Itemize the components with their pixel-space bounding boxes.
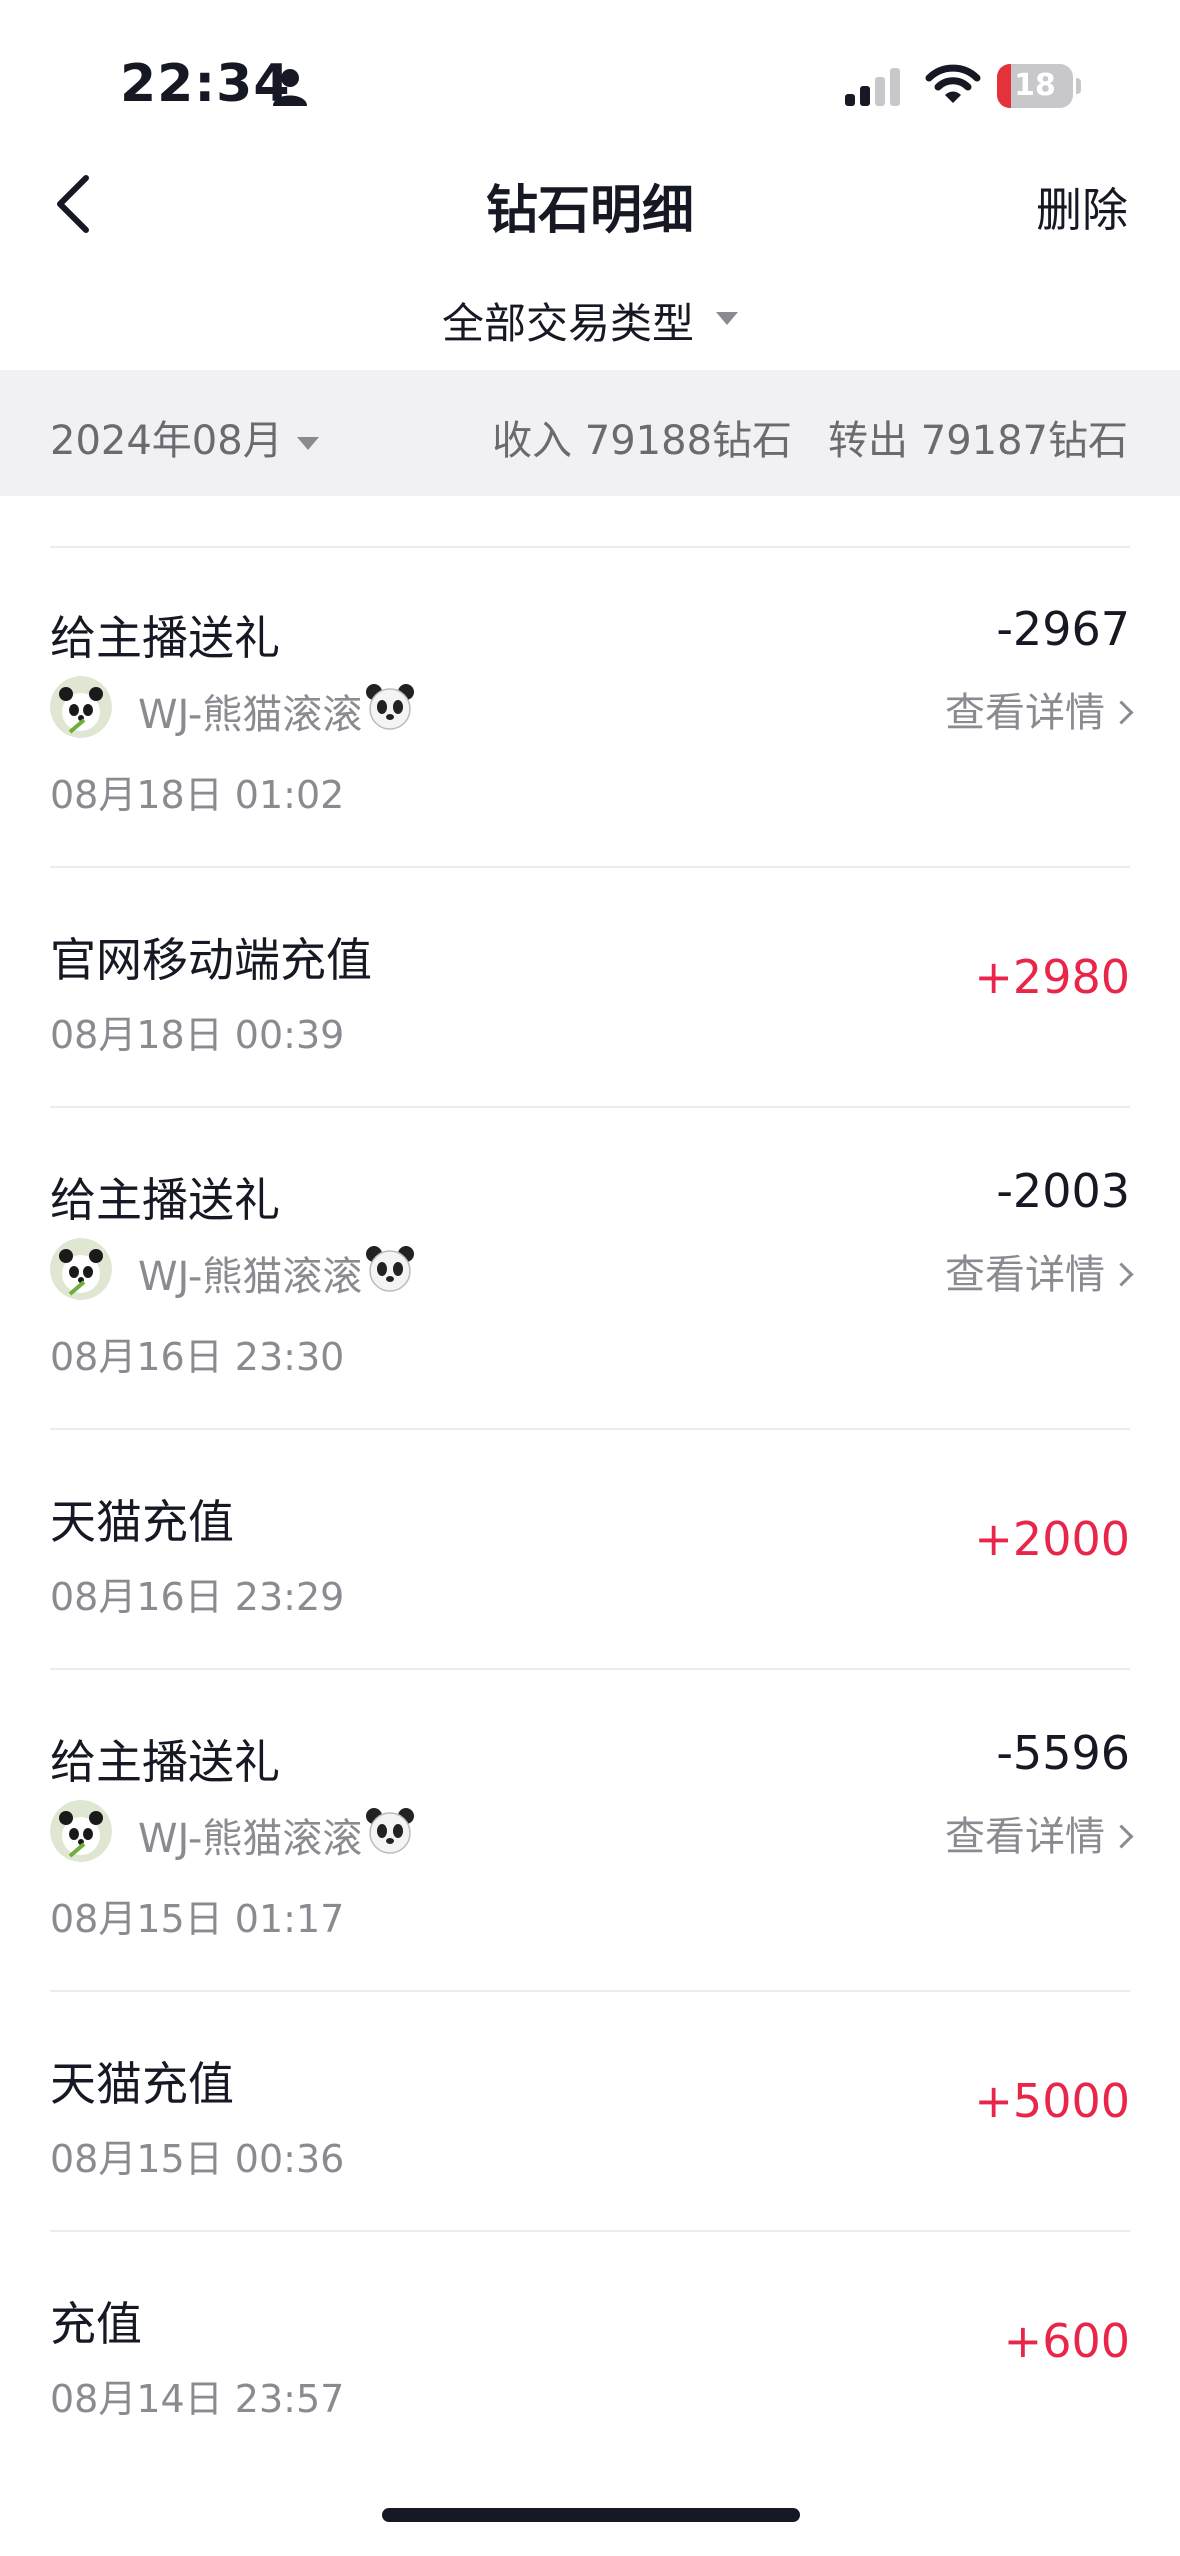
transaction-date: 08月18日 00:39 — [50, 1013, 345, 1057]
view-details-label: 查看详情 — [945, 1252, 1105, 1298]
transaction-amount: -5596 — [996, 1726, 1130, 1780]
chevron-right-icon — [1109, 1823, 1134, 1849]
person-icon — [273, 69, 307, 106]
income-total: 收入 79188钻石 — [492, 418, 793, 464]
anchor-name: WJ-熊猫滚滚 — [138, 1254, 363, 1300]
chevron-right-icon — [1109, 1261, 1134, 1287]
wifi-icon — [925, 64, 981, 103]
anchor-name: WJ-熊猫滚滚 — [138, 692, 363, 738]
view-details-link[interactable]: 查看详情 — [945, 680, 1134, 738]
view-details-link[interactable]: 查看详情 — [945, 1242, 1134, 1300]
transaction-title: 天猫充值 — [50, 2057, 234, 2111]
transaction-amount: +2000 — [974, 1512, 1130, 1566]
status-time: 22:34 — [120, 54, 291, 114]
transaction-row[interactable]: 天猫充值 +5000 08月15日 00:36 — [50, 1992, 1130, 2232]
transaction-title: 给主播送礼 — [50, 1173, 280, 1227]
transaction-row[interactable]: 给主播送礼 -5596 WJ-熊猫滚滚 查看详情 08月15日 01:17 — [50, 1670, 1134, 1992]
transaction-amount: +2980 — [974, 950, 1130, 1004]
transaction-date: 08月14日 23:57 — [50, 2377, 345, 2421]
transaction-title: 天猫充值 — [50, 1495, 234, 1549]
home-indicator — [382, 2508, 800, 2522]
transaction-date: 08月15日 00:36 — [50, 2137, 345, 2181]
view-details-label: 查看详情 — [945, 1814, 1105, 1860]
transaction-row[interactable]: 给主播送礼 -2003 WJ-熊猫滚滚 查看详情 08月16日 23:30 — [50, 1108, 1134, 1430]
transaction-title: 官网移动端充值 — [50, 933, 372, 987]
signal-icon — [845, 68, 900, 106]
panda-emoji-icon — [364, 1804, 416, 1856]
anchor-avatar — [50, 1800, 112, 1862]
anchor-info: WJ-熊猫滚滚 — [50, 1238, 650, 1302]
status-bar: 22:34 18 — [0, 0, 1180, 150]
caret-down-icon — [296, 436, 319, 450]
transaction-amount: +600 — [1003, 2314, 1130, 2368]
transaction-title: 给主播送礼 — [50, 611, 280, 665]
transaction-row[interactable]: 天猫充值 +2000 08月16日 23:29 — [50, 1430, 1130, 1670]
anchor-info: WJ-熊猫滚滚 — [50, 1800, 650, 1864]
chevron-right-icon — [1109, 699, 1134, 725]
transaction-amount: -2967 — [996, 602, 1130, 656]
filter-label: 全部交易类型 — [441, 299, 694, 348]
transaction-date: 08月16日 23:30 — [50, 1335, 345, 1379]
transaction-amount: -2003 — [996, 1164, 1130, 1218]
transaction-title: 充值 — [50, 2297, 142, 2351]
summary-totals: 收入 79188钻石 转出 79187钻石 — [456, 408, 1128, 466]
view-details-label: 查看详情 — [945, 690, 1105, 736]
caret-down-icon — [716, 312, 738, 325]
panda-emoji-icon — [364, 680, 416, 732]
transaction-date: 08月18日 01:02 — [50, 773, 345, 817]
outgo-total: 转出 79187钻石 — [828, 418, 1128, 464]
transaction-row[interactable]: 充值 +600 08月14日 23:57 — [50, 2232, 1130, 2472]
transaction-date: 08月16日 23:29 — [50, 1575, 345, 1619]
battery-icon: 18 — [997, 64, 1081, 108]
transaction-row[interactable]: 官网移动端充值 +2980 08月18日 00:39 — [50, 868, 1130, 1108]
panda-emoji-icon — [364, 1242, 416, 1294]
page-title: 钻石明细 — [485, 181, 694, 241]
transaction-title: 给主播送礼 — [50, 1735, 280, 1789]
transaction-type-filter[interactable]: 全部交易类型 — [0, 290, 1180, 350]
transaction-amount: +5000 — [974, 2074, 1130, 2128]
anchor-name: WJ-熊猫滚滚 — [138, 1816, 363, 1862]
summary-bar: 2024年08月 收入 79188钻石 转出 79187钻石 — [0, 370, 1180, 496]
anchor-info: WJ-熊猫滚滚 — [50, 676, 650, 740]
anchor-avatar — [50, 1238, 112, 1300]
transaction-date: 08月15日 01:17 — [50, 1897, 345, 1941]
anchor-avatar — [50, 676, 112, 738]
transaction-row[interactable]: 给主播送礼 -2967 WJ-熊猫滚滚 查看详情 08月18日 01:02 — [50, 546, 1134, 868]
delete-button[interactable]: 删除 — [1036, 174, 1128, 240]
month-label: 2024年08月 — [50, 418, 283, 464]
month-selector[interactable]: 2024年08月 — [50, 408, 319, 466]
view-details-link[interactable]: 查看详情 — [945, 1804, 1134, 1862]
battery-percent: 18 — [1014, 68, 1056, 103]
nav-bar: 钻石明细 删除 — [0, 150, 1180, 260]
